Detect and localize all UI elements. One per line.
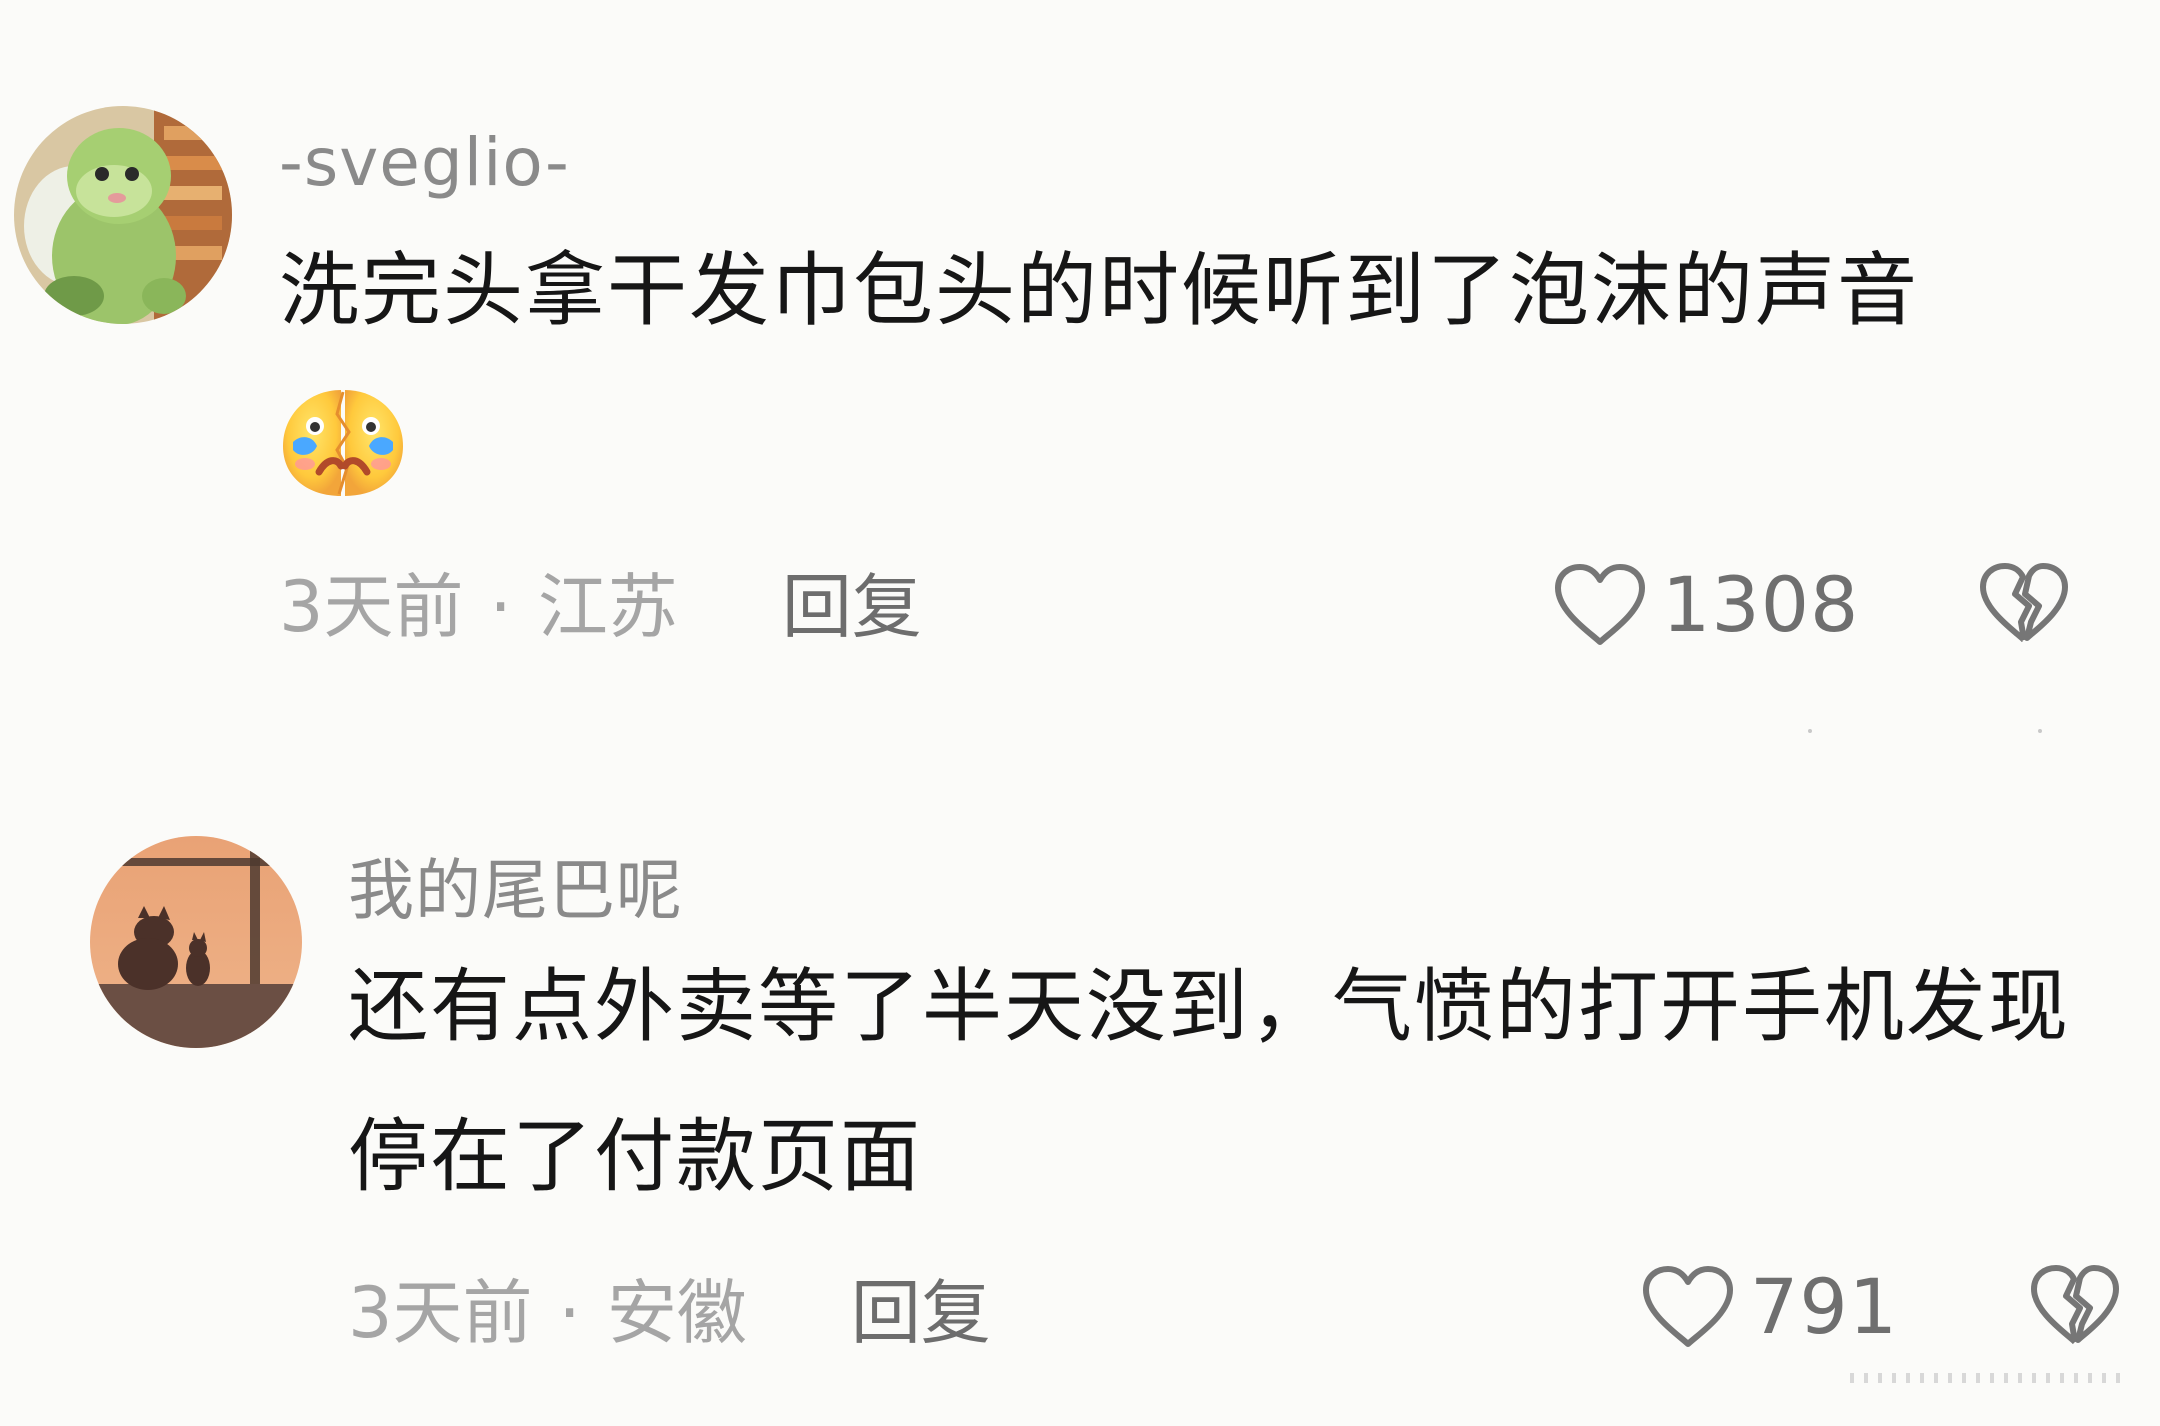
avatar[interactable] [90, 836, 302, 1048]
comment-body: 我的尾巴呢 还有点外卖等了半天没到，气愤的打开手机发现停在了付款页面 [348, 830, 2138, 1232]
location: 江苏 [537, 566, 678, 648]
meta-separator: · [558, 1272, 581, 1354]
reply-button[interactable]: 回复 [851, 1278, 991, 1348]
divider-dots [1808, 729, 2042, 733]
avatar-image [90, 836, 302, 1048]
bottom-fade-marks [1850, 1373, 2120, 1383]
comment-text: 还有点外卖等了半天没到，气愤的打开手机发现停在了付款页面 [348, 960, 2070, 1203]
comment-item: 我的尾巴呢 还有点外卖等了半天没到，气愤的打开手机发现停在了付款页面 3天前 ·… [90, 830, 2140, 1390]
like-button[interactable]: 791 [1640, 1264, 1898, 1350]
reply-button[interactable]: 回复 [782, 572, 922, 642]
dislike-button[interactable] [1977, 560, 2071, 650]
comment-text: 洗完头拿干发巾包头的时候听到了泡沫的声音 [279, 244, 1919, 337]
like-count: 1308 [1662, 560, 1860, 649]
crying-broken-heart-face-emoji-icon [279, 384, 407, 500]
timestamp: 3天前 [279, 566, 464, 648]
username[interactable]: 我的尾巴呢 [348, 858, 2138, 924]
comment-list: -sveglio- 洗完头拿干发巾包头的时候听到了泡沫的声音 3天前 · 江苏 … [0, 0, 2160, 1426]
like-button[interactable]: 1308 [1552, 562, 1859, 648]
heart-outline-icon [1643, 1266, 1733, 1347]
comment-item: -sveglio- 洗完头拿干发巾包头的时候听到了泡沫的声音 3天前 · 江苏 … [14, 100, 2134, 700]
broken-heart-outline-icon [1980, 563, 2069, 643]
comment-body: -sveglio- 洗完头拿干发巾包头的时候听到了泡沫的声音 [279, 100, 2129, 504]
comment-meta: 3天前 · 安徽 回复 [348, 1278, 991, 1348]
location: 安徽 [606, 1272, 747, 1354]
comment-actions: 791 [1640, 1262, 2122, 1352]
dislike-button[interactable] [2028, 1262, 2122, 1352]
meta-separator: · [489, 566, 512, 648]
heart-outline-icon [1555, 564, 1645, 645]
comment-meta: 3天前 · 江苏 回复 [279, 572, 922, 642]
avatar-image [14, 106, 232, 324]
username[interactable]: -sveglio- [279, 130, 2129, 196]
timestamp: 3天前 [348, 1272, 533, 1354]
avatar[interactable] [14, 106, 232, 324]
comment-actions: 1308 [1552, 560, 2071, 650]
like-count: 791 [1750, 1262, 1899, 1351]
broken-heart-outline-icon [2031, 1265, 2120, 1345]
